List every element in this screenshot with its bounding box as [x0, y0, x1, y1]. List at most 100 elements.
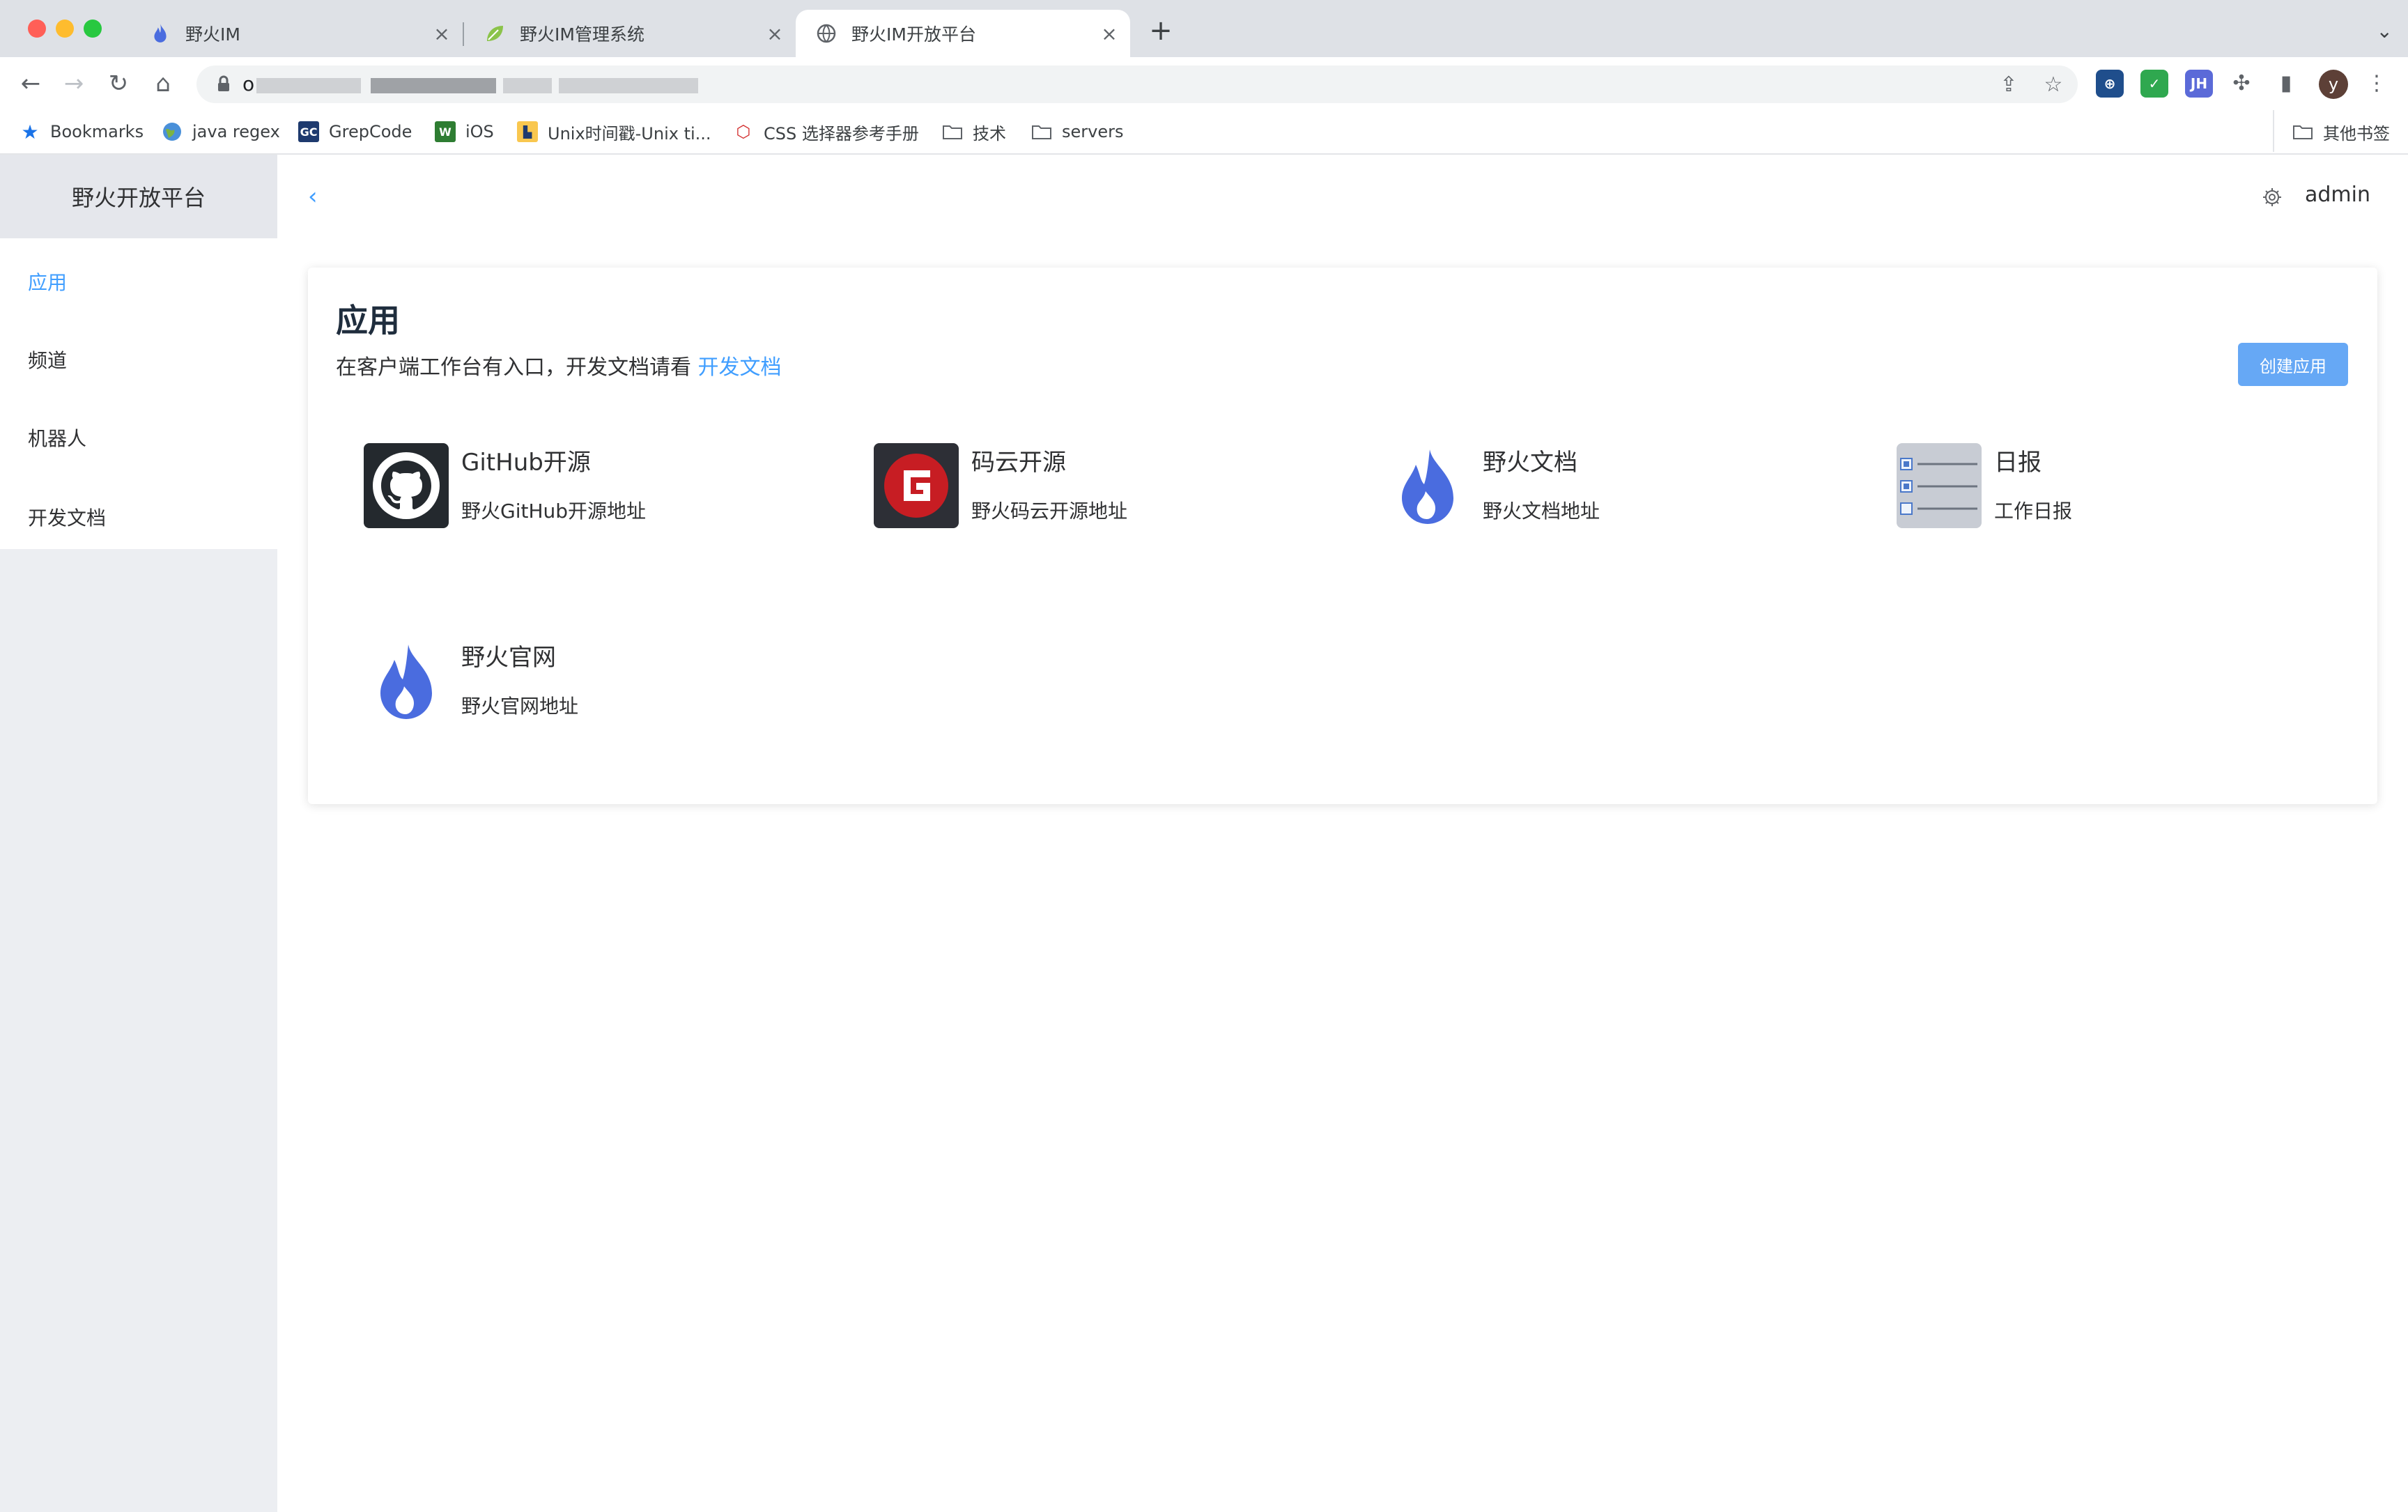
gitee-icon [874, 443, 959, 528]
subtitle-text: 在客户端工作台有入口，开发文档请看 [336, 355, 691, 380]
sidebar-item-robots[interactable]: 机器人 [28, 424, 86, 452]
reload-icon[interactable]: ↻ [102, 67, 135, 100]
new-tab-button[interactable]: + [1147, 17, 1175, 46]
shield-ext-icon[interactable]: ✓ [2140, 70, 2168, 98]
bookmark-item[interactable]: java regex [162, 120, 280, 144]
bookmark-item[interactable]: ⬡ CSS 选择器参考手册 [733, 120, 919, 144]
close-tab-icon[interactable]: × [764, 22, 786, 45]
github-icon [364, 443, 449, 528]
bookmark-item[interactable]: servers [1031, 120, 1123, 144]
tab-title: 野火IM管理系统 [520, 24, 645, 45]
main-header: ‹ admin [279, 155, 2408, 238]
bookmark-star-icon[interactable]: ☆ [2042, 72, 2065, 97]
chart-icon: ▙ [517, 121, 538, 142]
close-tab-icon[interactable]: × [1098, 22, 1120, 45]
doc-link[interactable]: 开发文档 [698, 355, 782, 380]
folder-icon [942, 121, 963, 142]
bookmark-label: CSS 选择器参考手册 [764, 123, 919, 144]
app-desc: 野火GitHub开源地址 [461, 500, 647, 523]
bookmark-label: 技术 [973, 123, 1006, 144]
share-icon[interactable]: ⇪ [1997, 72, 2021, 97]
sidebar-title: 野火开放平台 [0, 155, 277, 238]
bookmark-item[interactable]: 技术 [942, 120, 1006, 144]
bookmark-label: 其他书签 [2323, 123, 2390, 144]
redacted-url [371, 78, 496, 93]
sidepanel-icon[interactable]: ▮ [2274, 71, 2298, 95]
browser-toolbar: ← → ↻ ⌂ o ⇪ ☆ ⊕ ✓ JH ✣ ▮ y ⋮ [0, 57, 2408, 110]
bookmark-divider [2273, 110, 2274, 152]
sidebar: 野火开放平台 应用 频道 机器人 开发文档 [0, 155, 277, 1512]
redacted-url [503, 78, 552, 93]
bookmark-item[interactable]: GC GrepCode [298, 120, 412, 144]
app-name: 野火官网 [461, 644, 556, 672]
browser-tabstrip: 野火IM × 野火IM管理系统 × 野火IM开放平台 × + ⌄ [0, 0, 2408, 57]
avatar[interactable]: y [2319, 70, 2348, 99]
bookmark-label: servers [1062, 122, 1124, 141]
star-icon: ★ [21, 120, 39, 144]
app-item[interactable]: 日报 工作日报 [1897, 443, 2315, 541]
folder-icon [1031, 121, 1052, 142]
globe-icon [162, 121, 183, 142]
tab-search-chevron-icon[interactable]: ⌄ [2377, 20, 2393, 43]
sidebar-item-apps[interactable]: 应用 [28, 268, 67, 295]
bookmark-label: java regex [192, 122, 280, 141]
css-icon: ⬡ [736, 122, 751, 141]
leaf-icon [484, 22, 506, 45]
app-name: 野火文档 [1483, 449, 1577, 477]
bookmark-item[interactable]: ▙ Unix时间戳-Unix ti... [517, 120, 711, 144]
chevron-left-icon[interactable]: ‹ [308, 183, 318, 210]
forward-arrow-icon[interactable]: → [57, 67, 91, 100]
page-title: 应用 [336, 302, 400, 339]
create-app-button[interactable]: 创建应用 [2238, 343, 2348, 386]
other-bookmarks[interactable]: 其他书签 [2292, 120, 2390, 144]
app-name: 日报 [1994, 449, 2042, 477]
bookmark-label: Bookmarks [50, 122, 144, 141]
app-name: 码云开源 [971, 449, 1066, 477]
bookmark-label: GrepCode [329, 122, 412, 141]
bookmarks-bar: ★ Bookmarks java regex GC GrepCode W iOS… [0, 110, 2408, 155]
gear-icon[interactable] [2262, 187, 2283, 208]
redacted-url [559, 78, 698, 93]
back-arrow-icon[interactable]: ← [14, 67, 47, 100]
close-tab-icon[interactable]: × [431, 22, 453, 45]
bookmark-label: iOS [465, 122, 494, 141]
bookmark-label: Unix时间戳-Unix ti... [548, 123, 711, 144]
address-bar[interactable]: o ⇪ ☆ [196, 65, 2078, 103]
jh-ext-icon[interactable]: JH [2185, 70, 2213, 98]
browser-tab[interactable]: 野火IM管理系统 × [464, 10, 796, 57]
flame-icon [149, 22, 171, 45]
flame-icon [1385, 443, 1470, 528]
extensions-puzzle-icon[interactable]: ✣ [2230, 71, 2253, 95]
bookmark-item[interactable]: ★ Bookmarks [20, 120, 144, 144]
app-item[interactable]: 码云开源 野火码云开源地址 [874, 443, 1292, 541]
browser-tab-active[interactable]: 野火IM开放平台 × [796, 10, 1130, 57]
app-item[interactable]: 野火文档 野火文档地址 [1385, 443, 1803, 541]
translate-ext-icon[interactable]: ⊕ [2096, 70, 2124, 98]
close-window-button[interactable] [28, 20, 46, 38]
checklist-icon [1897, 443, 1982, 528]
tab-title: 野火IM [185, 24, 240, 45]
app-name: GitHub开源 [461, 449, 591, 477]
url-text: o [242, 72, 255, 95]
lock-icon [218, 75, 229, 91]
sidebar-menu: 应用 频道 机器人 开发文档 [0, 238, 277, 549]
folder-icon [2292, 121, 2313, 142]
page-subtitle: 在客户端工作台有入口，开发文档请看 开发文档 [336, 350, 782, 380]
home-icon[interactable]: ⌂ [146, 67, 180, 100]
apps-card: 应用 在客户端工作台有入口，开发文档请看 开发文档 创建应用 GitHub开源 … [308, 268, 2377, 804]
browser-tab[interactable]: 野火IM × [130, 10, 463, 57]
zoom-window-button[interactable] [84, 20, 102, 38]
bookmark-item[interactable]: W iOS [435, 120, 494, 144]
redacted-url [256, 78, 361, 93]
menu-kebab-icon[interactable]: ⋮ [2365, 71, 2388, 95]
flame-icon [364, 638, 449, 723]
sidebar-item-channels[interactable]: 频道 [28, 346, 67, 373]
tab-title: 野火IM开放平台 [851, 24, 976, 45]
user-name[interactable]: admin [2305, 183, 2370, 207]
app-desc: 工作日报 [1994, 500, 2073, 523]
app-item[interactable]: 野火官网 野火官网地址 [364, 638, 782, 736]
app-item[interactable]: GitHub开源 野火GitHub开源地址 [364, 443, 782, 541]
globe-icon [815, 22, 838, 45]
minimize-window-button[interactable] [56, 20, 74, 38]
sidebar-item-docs[interactable]: 开发文档 [28, 503, 106, 531]
